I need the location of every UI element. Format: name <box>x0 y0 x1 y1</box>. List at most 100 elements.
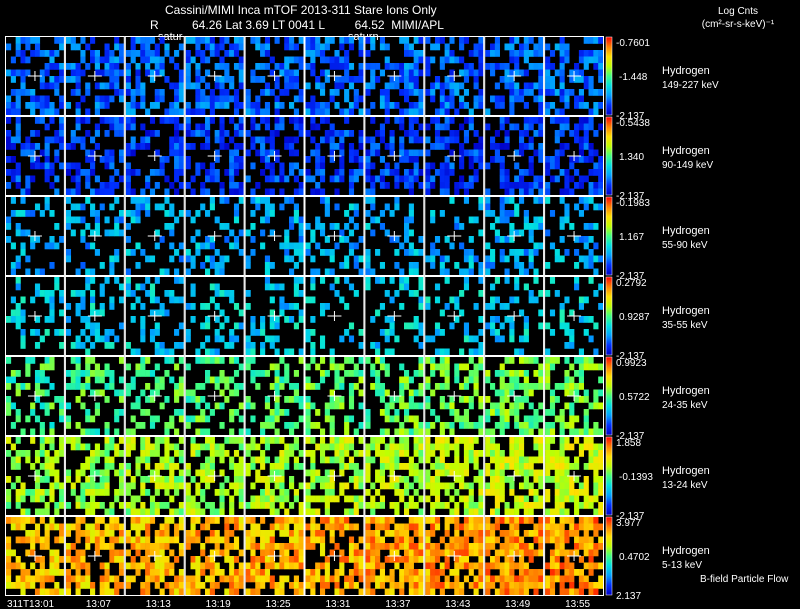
heatmap-cell <box>284 197 290 204</box>
heatmap-cell <box>6 383 12 390</box>
heatmap-cell <box>494 216 500 224</box>
heatmap-cell <box>25 229 31 237</box>
heatmap-cell <box>233 383 240 390</box>
heatmap-cell <box>195 69 201 77</box>
heatmap-cell <box>80 383 86 390</box>
heatmap-cell <box>430 117 436 124</box>
heatmap-cell <box>293 82 299 90</box>
heatmap-cell <box>315 50 321 57</box>
heatmap-cell <box>34 283 41 291</box>
heatmap-cell <box>264 549 271 557</box>
heatmap-cell <box>365 283 371 291</box>
heatmap-cell <box>408 376 414 384</box>
heatmap-cell <box>418 136 424 144</box>
heatmap-cell <box>140 409 146 416</box>
heatmap-cell <box>533 117 539 124</box>
heatmap-cell <box>174 136 180 144</box>
heatmap-cell <box>379 136 386 144</box>
heatmap-cell <box>399 495 405 503</box>
heatmap-cell <box>85 175 91 183</box>
heatmap-cell <box>444 268 450 276</box>
heatmap-cell <box>104 56 110 64</box>
heatmap-cell <box>473 175 479 183</box>
heatmap-cell <box>34 523 41 531</box>
heatmap-cell <box>305 63 311 70</box>
heatmap-cell <box>250 117 256 124</box>
heatmap-cell <box>195 50 201 57</box>
heatmap-cell <box>439 63 445 70</box>
heatmap-cell <box>224 489 230 496</box>
heatmap-cell <box>449 409 455 416</box>
heatmap-cell <box>478 502 484 509</box>
heatmap-cell <box>39 95 45 103</box>
heatmap-cell <box>319 476 326 483</box>
heatmap-cell <box>114 69 120 77</box>
heatmap-cell <box>310 422 316 429</box>
heatmap-cell <box>499 203 505 211</box>
heatmap-cell <box>59 63 65 70</box>
heatmap-cell <box>109 255 115 263</box>
heatmap-cell <box>145 508 151 516</box>
heatmap-cell <box>219 456 225 464</box>
heatmap-cell <box>245 562 251 570</box>
heatmap-cell <box>164 43 170 51</box>
heatmap-cell <box>523 476 529 483</box>
heatmap-cell <box>44 409 50 416</box>
heatmap-cell <box>315 37 321 44</box>
heatmap-cell <box>200 108 206 116</box>
heatmap-cell <box>229 229 235 237</box>
heatmap-cell <box>365 108 371 116</box>
heatmap-cell <box>339 149 345 157</box>
heatmap-cell <box>449 428 455 436</box>
heatmap-cell <box>174 175 180 183</box>
heatmap-cell <box>99 469 105 477</box>
heatmap-cell <box>379 569 386 576</box>
heatmap-cell <box>324 56 330 64</box>
heatmap-cell <box>358 569 364 576</box>
heatmap-cell <box>59 290 65 297</box>
heatmap-cell <box>49 422 55 429</box>
heatmap-cell <box>49 117 55 124</box>
heatmap-cell <box>353 262 359 269</box>
heatmap-cell <box>564 443 570 451</box>
heatmap-cell <box>569 428 575 436</box>
heatmap-cell <box>104 575 110 583</box>
heatmap-cell <box>549 156 556 163</box>
heatmap-cell <box>164 268 170 276</box>
heatmap-cell <box>494 508 500 516</box>
heatmap-cell <box>384 290 390 297</box>
heatmap-cell <box>528 463 534 470</box>
heatmap-cell <box>219 376 225 384</box>
heatmap-cell <box>15 182 21 189</box>
heatmap-cell <box>425 63 431 70</box>
heatmap-cell <box>264 476 271 483</box>
heatmap-cell <box>279 123 285 131</box>
heatmap-cell <box>365 136 371 144</box>
heatmap-cell <box>145 396 151 403</box>
heatmap-cell <box>454 469 460 477</box>
heatmap-cell <box>59 329 65 336</box>
heatmap-cell <box>109 508 115 516</box>
heatmap-cell <box>80 402 86 410</box>
heatmap-cell <box>365 357 371 364</box>
heatmap-cell <box>418 236 424 243</box>
heatmap-cell <box>44 402 50 410</box>
heatmap-cell <box>214 43 220 51</box>
heatmap-cell <box>255 443 261 451</box>
heatmap-cell <box>284 450 290 457</box>
heatmap-cell <box>159 549 165 557</box>
heatmap-cell <box>518 502 525 509</box>
heatmap-cell <box>34 389 41 397</box>
heatmap-cell <box>44 296 50 304</box>
heatmap-cell <box>344 56 350 64</box>
heatmap-cell <box>264 123 271 131</box>
heatmap-cell <box>39 376 45 384</box>
heatmap-cell <box>118 95 125 103</box>
heatmap-cell <box>94 530 100 537</box>
heatmap-cell <box>394 182 400 189</box>
heatmap-cell <box>324 37 330 44</box>
heatmap-cell <box>538 123 544 131</box>
heatmap-cell <box>574 495 580 503</box>
heatmap-cell <box>185 588 191 596</box>
heatmap-cell <box>269 508 275 516</box>
